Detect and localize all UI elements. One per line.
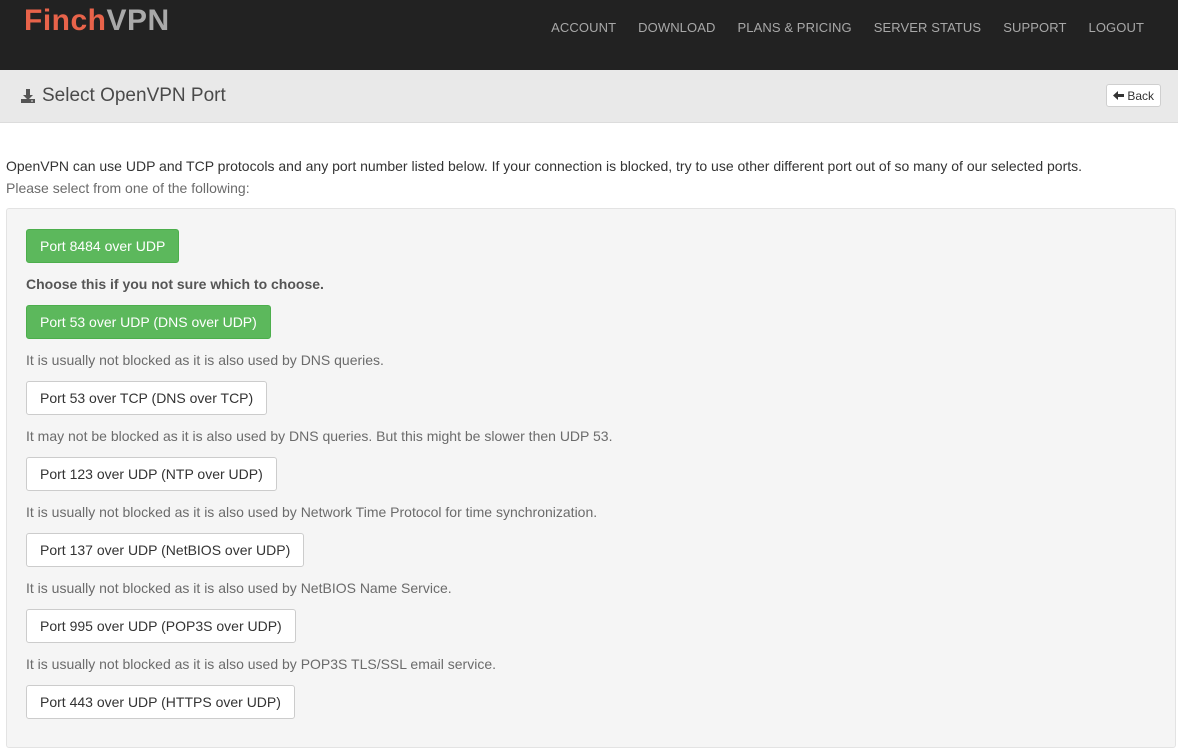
port-8484-udp-button[interactable]: Port 8484 over UDP — [26, 229, 180, 263]
page-header: Select OpenVPN Port Back — [0, 70, 1178, 123]
back-button[interactable]: Back — [1106, 84, 1161, 107]
nav-logout[interactable]: LOGOUT — [1089, 20, 1145, 35]
intro-line-2: Please select from one of the following: — [6, 180, 250, 196]
option-description: Choose this if you not sure which to cho… — [26, 276, 324, 292]
port-options-list: Port 8484 over UDP Choose this if you no… — [26, 229, 612, 719]
nav-links: ACCOUNT DOWNLOAD PLANS & PRICING SERVER … — [529, 0, 1144, 54]
port-options-panel: Port 8484 over UDP Choose this if you no… — [6, 208, 1176, 748]
option-description: It is usually not blocked as it is also … — [26, 352, 384, 368]
nav-account[interactable]: ACCOUNT — [551, 20, 616, 35]
port-443-udp-button[interactable]: Port 443 over UDP (HTTPS over UDP) — [26, 685, 295, 719]
port-53-udp-button[interactable]: Port 53 over UDP (DNS over UDP) — [26, 305, 271, 339]
brand-logo[interactable]: FinchVPN — [24, 3, 170, 39]
download-icon — [20, 88, 36, 104]
port-123-udp-button[interactable]: Port 123 over UDP (NTP over UDP) — [26, 457, 277, 491]
nav-support[interactable]: SUPPORT — [1003, 20, 1066, 35]
port-53-tcp-button[interactable]: Port 53 over TCP (DNS over TCP) — [26, 381, 268, 415]
option-description: It is usually not blocked as it is also … — [26, 504, 598, 520]
back-button-label: Back — [1127, 88, 1154, 103]
page-title: Select OpenVPN Port — [20, 85, 226, 107]
brand-part-1: Finch — [24, 4, 107, 37]
port-995-udp-button[interactable]: Port 995 over UDP (POP3S over UDP) — [26, 609, 296, 643]
intro-text: OpenVPN can use UDP and TCP protocols an… — [6, 155, 1171, 199]
option-description: It is usually not blocked as it is also … — [26, 580, 452, 596]
top-navbar: FinchVPN ACCOUNT DOWNLOAD PLANS & PRICIN… — [0, 0, 1178, 70]
option-description: It may not be blocked as it is also used… — [26, 428, 613, 444]
arrow-left-icon — [1113, 90, 1125, 101]
nav-download[interactable]: DOWNLOAD — [638, 20, 715, 35]
nav-plans-pricing[interactable]: PLANS & PRICING — [737, 20, 851, 35]
page-title-text: Select OpenVPN Port — [42, 85, 226, 106]
port-137-udp-button[interactable]: Port 137 over UDP (NetBIOS over UDP) — [26, 533, 305, 567]
intro-line-1: OpenVPN can use UDP and TCP protocols an… — [6, 158, 1083, 174]
brand-part-2: VPN — [106, 4, 170, 37]
nav-server-status[interactable]: SERVER STATUS — [874, 20, 982, 35]
option-description: It is usually not blocked as it is also … — [26, 656, 496, 672]
